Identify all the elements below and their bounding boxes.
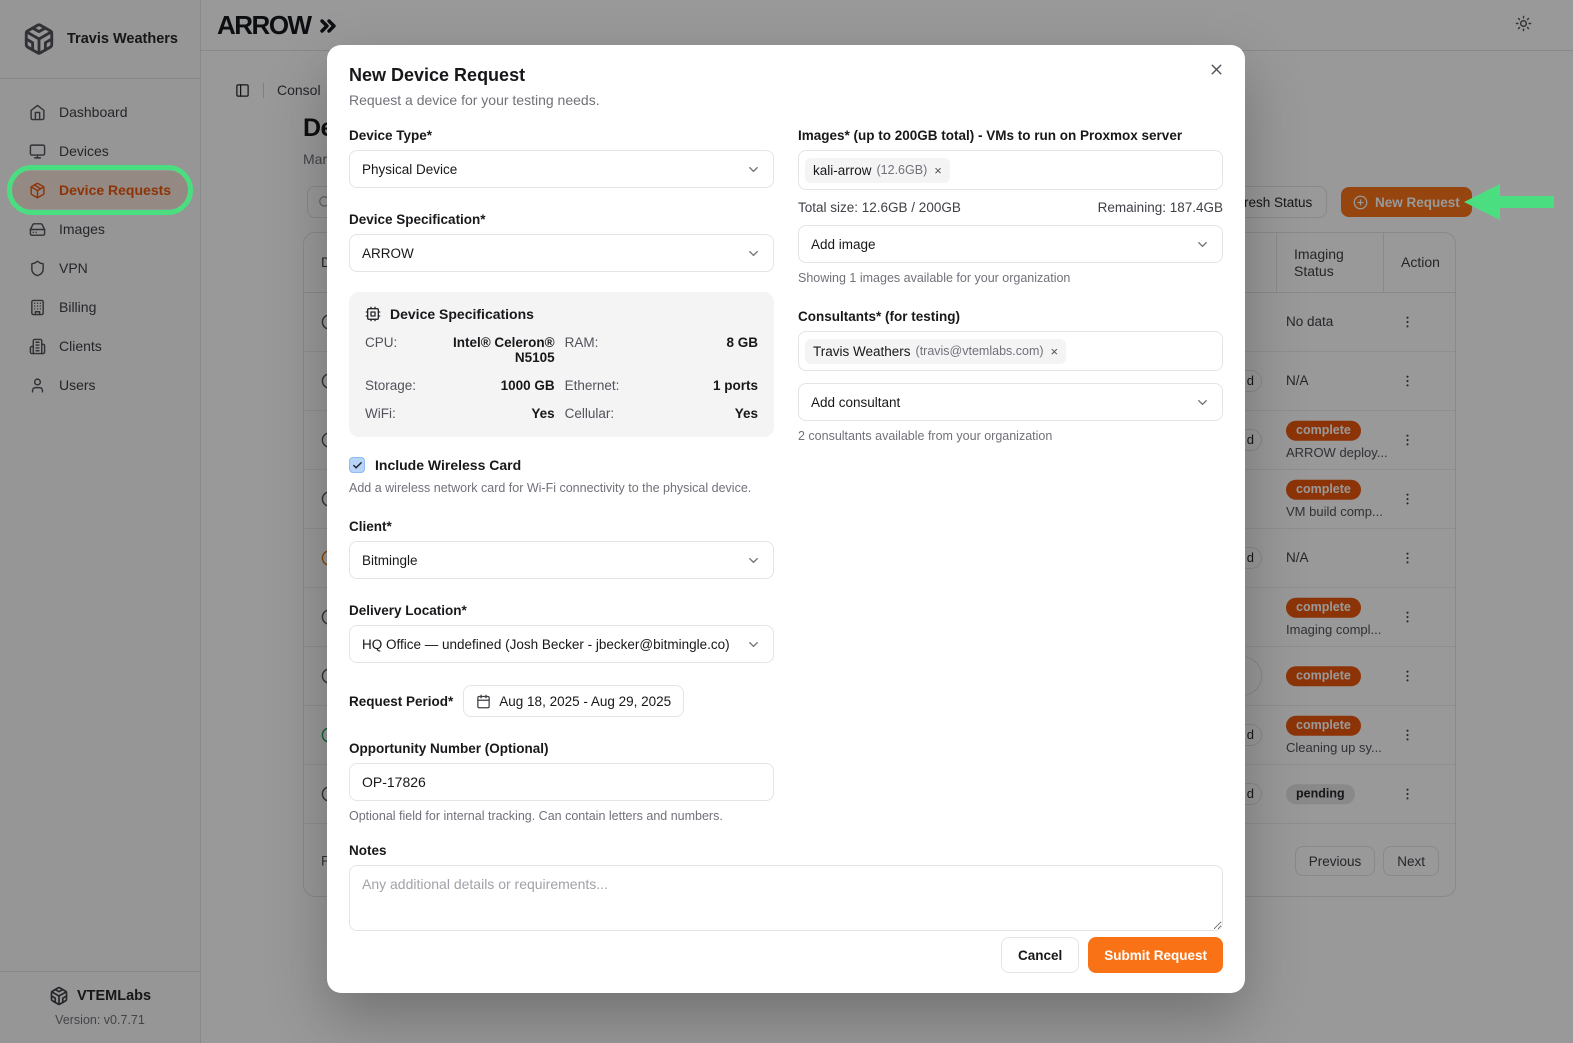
spec-value: Intel® Celeron® N5105 [426, 335, 555, 365]
date-range-button[interactable]: Aug 18, 2025 - Aug 29, 2025 [463, 685, 684, 717]
chevron-down-icon [746, 246, 761, 261]
spec-value: Yes [629, 406, 758, 421]
cancel-button[interactable]: Cancel [1001, 937, 1079, 973]
modal-right-column: Images* (up to 200GB total) - VMs to run… [798, 128, 1223, 443]
consultants-help-text: 2 consultants available from your organi… [798, 429, 1223, 443]
device-type-label: Device Type* [349, 128, 774, 143]
spec-value: 1 ports [629, 378, 758, 393]
spec-value: 8 GB [629, 335, 758, 365]
opportunity-number-input[interactable] [349, 763, 774, 801]
modal-left-column: Device Type* Physical Device Device Spec… [349, 128, 774, 823]
remaining-size-text: Remaining: 187.4GB [1098, 200, 1223, 215]
app-root: Travis Weathers Dashboard Devices Device… [0, 0, 1573, 1043]
chevron-down-icon [1195, 395, 1210, 410]
cpu-icon [365, 306, 381, 322]
wireless-label: Include Wireless Card [375, 457, 521, 473]
specs-grid: CPU: Intel® Celeron® N5105 RAM: 8 GB Storage… [365, 335, 758, 421]
chevron-down-icon [1195, 237, 1210, 252]
client-label: Client* [349, 519, 774, 534]
request-period-label: Request Period* [349, 694, 453, 709]
device-spec-label: Device Specification* [349, 212, 774, 227]
notes-textarea[interactable] [349, 865, 1223, 931]
consultant-tag: Travis Weathers (travis@vtemlabs.com) × [805, 339, 1066, 364]
specs-title: Device Specifications [390, 306, 534, 322]
include-wireless-checkbox[interactable] [349, 457, 365, 473]
opportunity-help-text: Optional field for internal tracking. Ca… [349, 809, 774, 823]
delivery-location-label: Delivery Location* [349, 603, 774, 618]
images-tag-box[interactable]: kali-arrow (12.6GB) × [798, 150, 1223, 190]
consultants-tag-box[interactable]: Travis Weathers (travis@vtemlabs.com) × [798, 331, 1223, 371]
consultants-label: Consultants* (for testing) [798, 309, 1223, 324]
image-tag: kali-arrow (12.6GB) × [805, 158, 950, 183]
spec-value: Yes [426, 406, 555, 421]
remove-consultant-tag-button[interactable]: × [1051, 345, 1059, 358]
device-type-select[interactable]: Physical Device [349, 150, 774, 188]
wireless-help-text: Add a wireless network card for Wi-Fi co… [349, 481, 774, 495]
modal-subtitle: Request a device for your testing needs. [349, 92, 1223, 108]
spec-value: 1000 GB [426, 378, 555, 393]
opportunity-number-label: Opportunity Number (Optional) [349, 741, 774, 756]
calendar-icon [476, 694, 491, 709]
close-icon [1208, 61, 1225, 78]
spec-label: RAM: [565, 335, 620, 365]
device-specifications-panel: Device Specifications CPU: Intel® Celeron… [349, 292, 774, 437]
spec-label: Cellular: [565, 406, 620, 421]
remove-image-tag-button[interactable]: × [934, 164, 942, 177]
spec-label: Ethernet: [565, 378, 620, 393]
modal-title: New Device Request [349, 65, 1223, 86]
notes-label: Notes [349, 843, 1223, 858]
delivery-location-select[interactable]: HQ Office — undefined (Josh Becker - jbe… [349, 625, 774, 663]
add-consultant-select[interactable]: Add consultant [798, 383, 1223, 421]
images-label: Images* (up to 200GB total) - VMs to run… [798, 128, 1223, 143]
spec-label: CPU: [365, 335, 416, 365]
device-spec-select[interactable]: ARROW [349, 234, 774, 272]
submit-request-button[interactable]: Submit Request [1088, 937, 1223, 973]
client-select[interactable]: Bitmingle [349, 541, 774, 579]
spec-label: WiFi: [365, 406, 416, 421]
close-button[interactable] [1208, 61, 1225, 81]
chevron-down-icon [746, 162, 761, 177]
chevron-down-icon [746, 553, 761, 568]
chevron-down-icon [746, 637, 761, 652]
total-size-text: Total size: 12.6GB / 200GB [798, 200, 961, 215]
add-image-select[interactable]: Add image [798, 225, 1223, 263]
images-help-text: Showing 1 images available for your orga… [798, 271, 1223, 285]
spec-label: Storage: [365, 378, 416, 393]
check-icon [352, 460, 363, 471]
new-device-request-modal: New Device Request Request a device for … [327, 45, 1245, 993]
